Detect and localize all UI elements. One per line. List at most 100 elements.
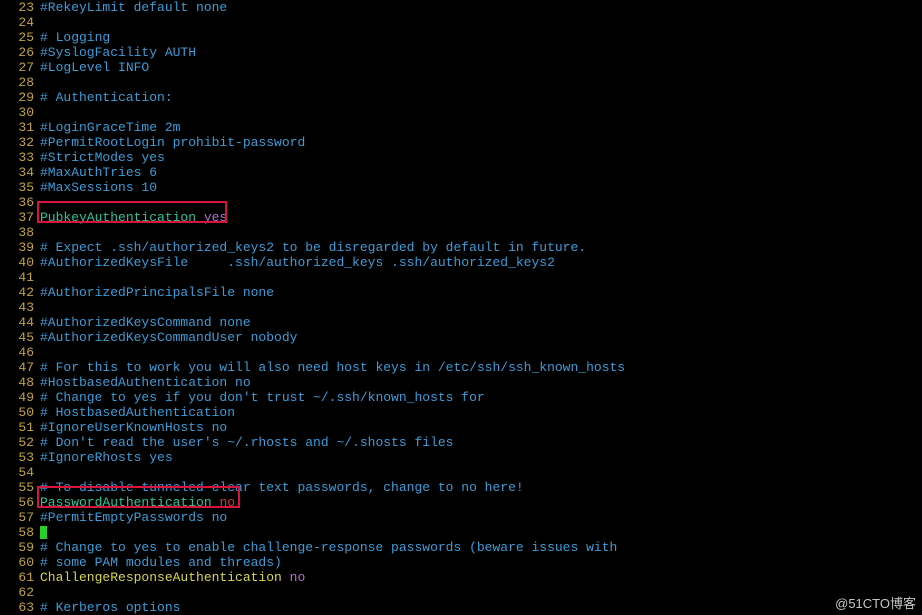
- code-line[interactable]: 35#MaxSessions 10: [0, 180, 922, 195]
- code-text: no: [290, 570, 306, 585]
- code-line[interactable]: 63 # Kerberos options: [0, 600, 922, 615]
- code-line[interactable]: 45#AuthorizedKeysCommandUser nobody: [0, 330, 922, 345]
- code-line[interactable]: 37PubkeyAuthentication yes: [0, 210, 922, 225]
- line-number: 51: [0, 420, 34, 435]
- code-line[interactable]: 59 # Change to yes to enable challenge-re…: [0, 540, 922, 555]
- line-number: 60: [0, 555, 34, 570]
- line-number: 36: [0, 195, 34, 210]
- code-line[interactable]: 46: [0, 345, 922, 360]
- line-number: 28: [0, 75, 34, 90]
- code-text: #IgnoreUserKnownHosts no: [40, 420, 227, 435]
- code-line[interactable]: 44 #AuthorizedKeysCommand none: [0, 315, 922, 330]
- line-number: 44: [0, 315, 34, 330]
- code-text: #LogLevel INFO: [40, 60, 149, 75]
- line-number: 50: [0, 405, 34, 420]
- line-number: 42: [0, 285, 34, 300]
- code-text: #HostbasedAuthentication no: [40, 375, 251, 390]
- code-line[interactable]: 39# Expect .ssh/authorized_keys2 to be d…: [0, 240, 922, 255]
- line-number: 52: [0, 435, 34, 450]
- text-cursor: [40, 526, 47, 539]
- line-number: 49: [0, 390, 34, 405]
- code-line[interactable]: 47# For this to work you will also need …: [0, 360, 922, 375]
- code-text: # Logging: [40, 30, 110, 45]
- code-text: #StrictModes yes: [40, 150, 165, 165]
- line-number: 56: [0, 495, 34, 510]
- code-line[interactable]: 28: [0, 75, 922, 90]
- code-text: ChallengeResponseAuthentication: [40, 570, 290, 585]
- line-number: 37: [0, 210, 34, 225]
- line-number: 30: [0, 105, 34, 120]
- code-line[interactable]: 23 #RekeyLimit default none: [0, 0, 922, 15]
- code-line[interactable]: 36: [0, 195, 922, 210]
- code-line[interactable]: 53 #IgnoreRhosts yes: [0, 450, 922, 465]
- code-line[interactable]: 31 #LoginGraceTime 2m: [0, 120, 922, 135]
- code-text: #IgnoreRhosts yes: [40, 450, 173, 465]
- code-line[interactable]: 40#AuthorizedKeysFile .ssh/authorized_ke…: [0, 255, 922, 270]
- line-number: 25: [0, 30, 34, 45]
- line-number: 33: [0, 150, 34, 165]
- code-text: # Change to yes if you don't trust ~/.ss…: [40, 390, 485, 405]
- code-line[interactable]: 42 #AuthorizedPrincipalsFile none: [0, 285, 922, 300]
- line-number: 29: [0, 90, 34, 105]
- code-text: #LoginGraceTime 2m: [40, 120, 180, 135]
- code-text: yes: [204, 210, 227, 225]
- line-number: 40: [0, 255, 34, 270]
- code-line[interactable]: 50# HostbasedAuthentication: [0, 405, 922, 420]
- line-number: 43: [0, 300, 34, 315]
- line-number: 55: [0, 480, 34, 495]
- code-line[interactable]: 24: [0, 15, 922, 30]
- code-line[interactable]: 52 # Don't read the user's ~/.rhosts and …: [0, 435, 922, 450]
- code-line[interactable]: 62: [0, 585, 922, 600]
- code-line[interactable]: 43: [0, 300, 922, 315]
- code-line[interactable]: 38: [0, 225, 922, 240]
- code-text: # Authentication:: [40, 90, 173, 105]
- code-text: #AuthorizedPrincipalsFile none: [40, 285, 274, 300]
- code-text: #PermitEmptyPasswords no: [40, 510, 227, 525]
- code-line[interactable]: 57#PermitEmptyPasswords no: [0, 510, 922, 525]
- line-number: 23: [0, 0, 34, 15]
- code-line[interactable]: 41: [0, 270, 922, 285]
- code-line[interactable]: 29 # Authentication:: [0, 90, 922, 105]
- code-text: #PermitRootLogin prohibit-password: [40, 135, 305, 150]
- code-line[interactable]: 26#SyslogFacility AUTH: [0, 45, 922, 60]
- code-line[interactable]: 25 # Logging: [0, 30, 922, 45]
- code-text: #AuthorizedKeysCommand none: [40, 315, 251, 330]
- line-number: 59: [0, 540, 34, 555]
- code-editor[interactable]: 23#RekeyLimit default none2425# Logging2…: [0, 0, 922, 615]
- code-line[interactable]: 33 #StrictModes yes: [0, 150, 922, 165]
- code-line[interactable]: 56 PasswordAuthentication no: [0, 495, 922, 510]
- line-number: 35: [0, 180, 34, 195]
- line-number: 61: [0, 570, 34, 585]
- code-line[interactable]: 51 #IgnoreUserKnownHosts no: [0, 420, 922, 435]
- line-number: 54: [0, 465, 34, 480]
- code-text: # some PAM modules and threads): [40, 555, 282, 570]
- code-line[interactable]: 27#LogLevel INFO: [0, 60, 922, 75]
- code-line[interactable]: 48 #HostbasedAuthentication no: [0, 375, 922, 390]
- line-number: 38: [0, 225, 34, 240]
- code-text: #MaxAuthTries 6: [40, 165, 157, 180]
- code-text: PasswordAuthentication: [40, 495, 219, 510]
- code-line[interactable]: 30: [0, 105, 922, 120]
- watermark-text: @51CTO博客: [835, 596, 916, 611]
- line-number: 48: [0, 375, 34, 390]
- code-line[interactable]: 34#MaxAuthTries 6: [0, 165, 922, 180]
- line-number: 31: [0, 120, 34, 135]
- code-text: # Kerberos options: [40, 600, 180, 615]
- code-line[interactable]: 32#PermitRootLogin prohibit-password: [0, 135, 922, 150]
- code-line[interactable]: 60 # some PAM modules and threads): [0, 555, 922, 570]
- code-text: # Don't read the user's ~/.rhosts and ~/…: [40, 435, 453, 450]
- line-number: 53: [0, 450, 34, 465]
- code-line[interactable]: 58: [0, 525, 922, 540]
- code-text: # Expect .ssh/authorized_keys2 to be dis…: [40, 240, 586, 255]
- line-number: 63: [0, 600, 34, 615]
- code-text: # Change to yes to enable challenge-resp…: [40, 540, 617, 555]
- code-line[interactable]: 49 # Change to yes if you don't trust ~/.…: [0, 390, 922, 405]
- code-line[interactable]: 61 ChallengeResponseAuthentication no: [0, 570, 922, 585]
- line-number: 45: [0, 330, 34, 345]
- code-text: no: [219, 495, 235, 510]
- line-number: 47: [0, 360, 34, 375]
- code-line[interactable]: 55# To disable tunneled clear text passw…: [0, 480, 922, 495]
- line-number: 26: [0, 45, 34, 60]
- code-line[interactable]: 54: [0, 465, 922, 480]
- code-text: #RekeyLimit default none: [40, 0, 227, 15]
